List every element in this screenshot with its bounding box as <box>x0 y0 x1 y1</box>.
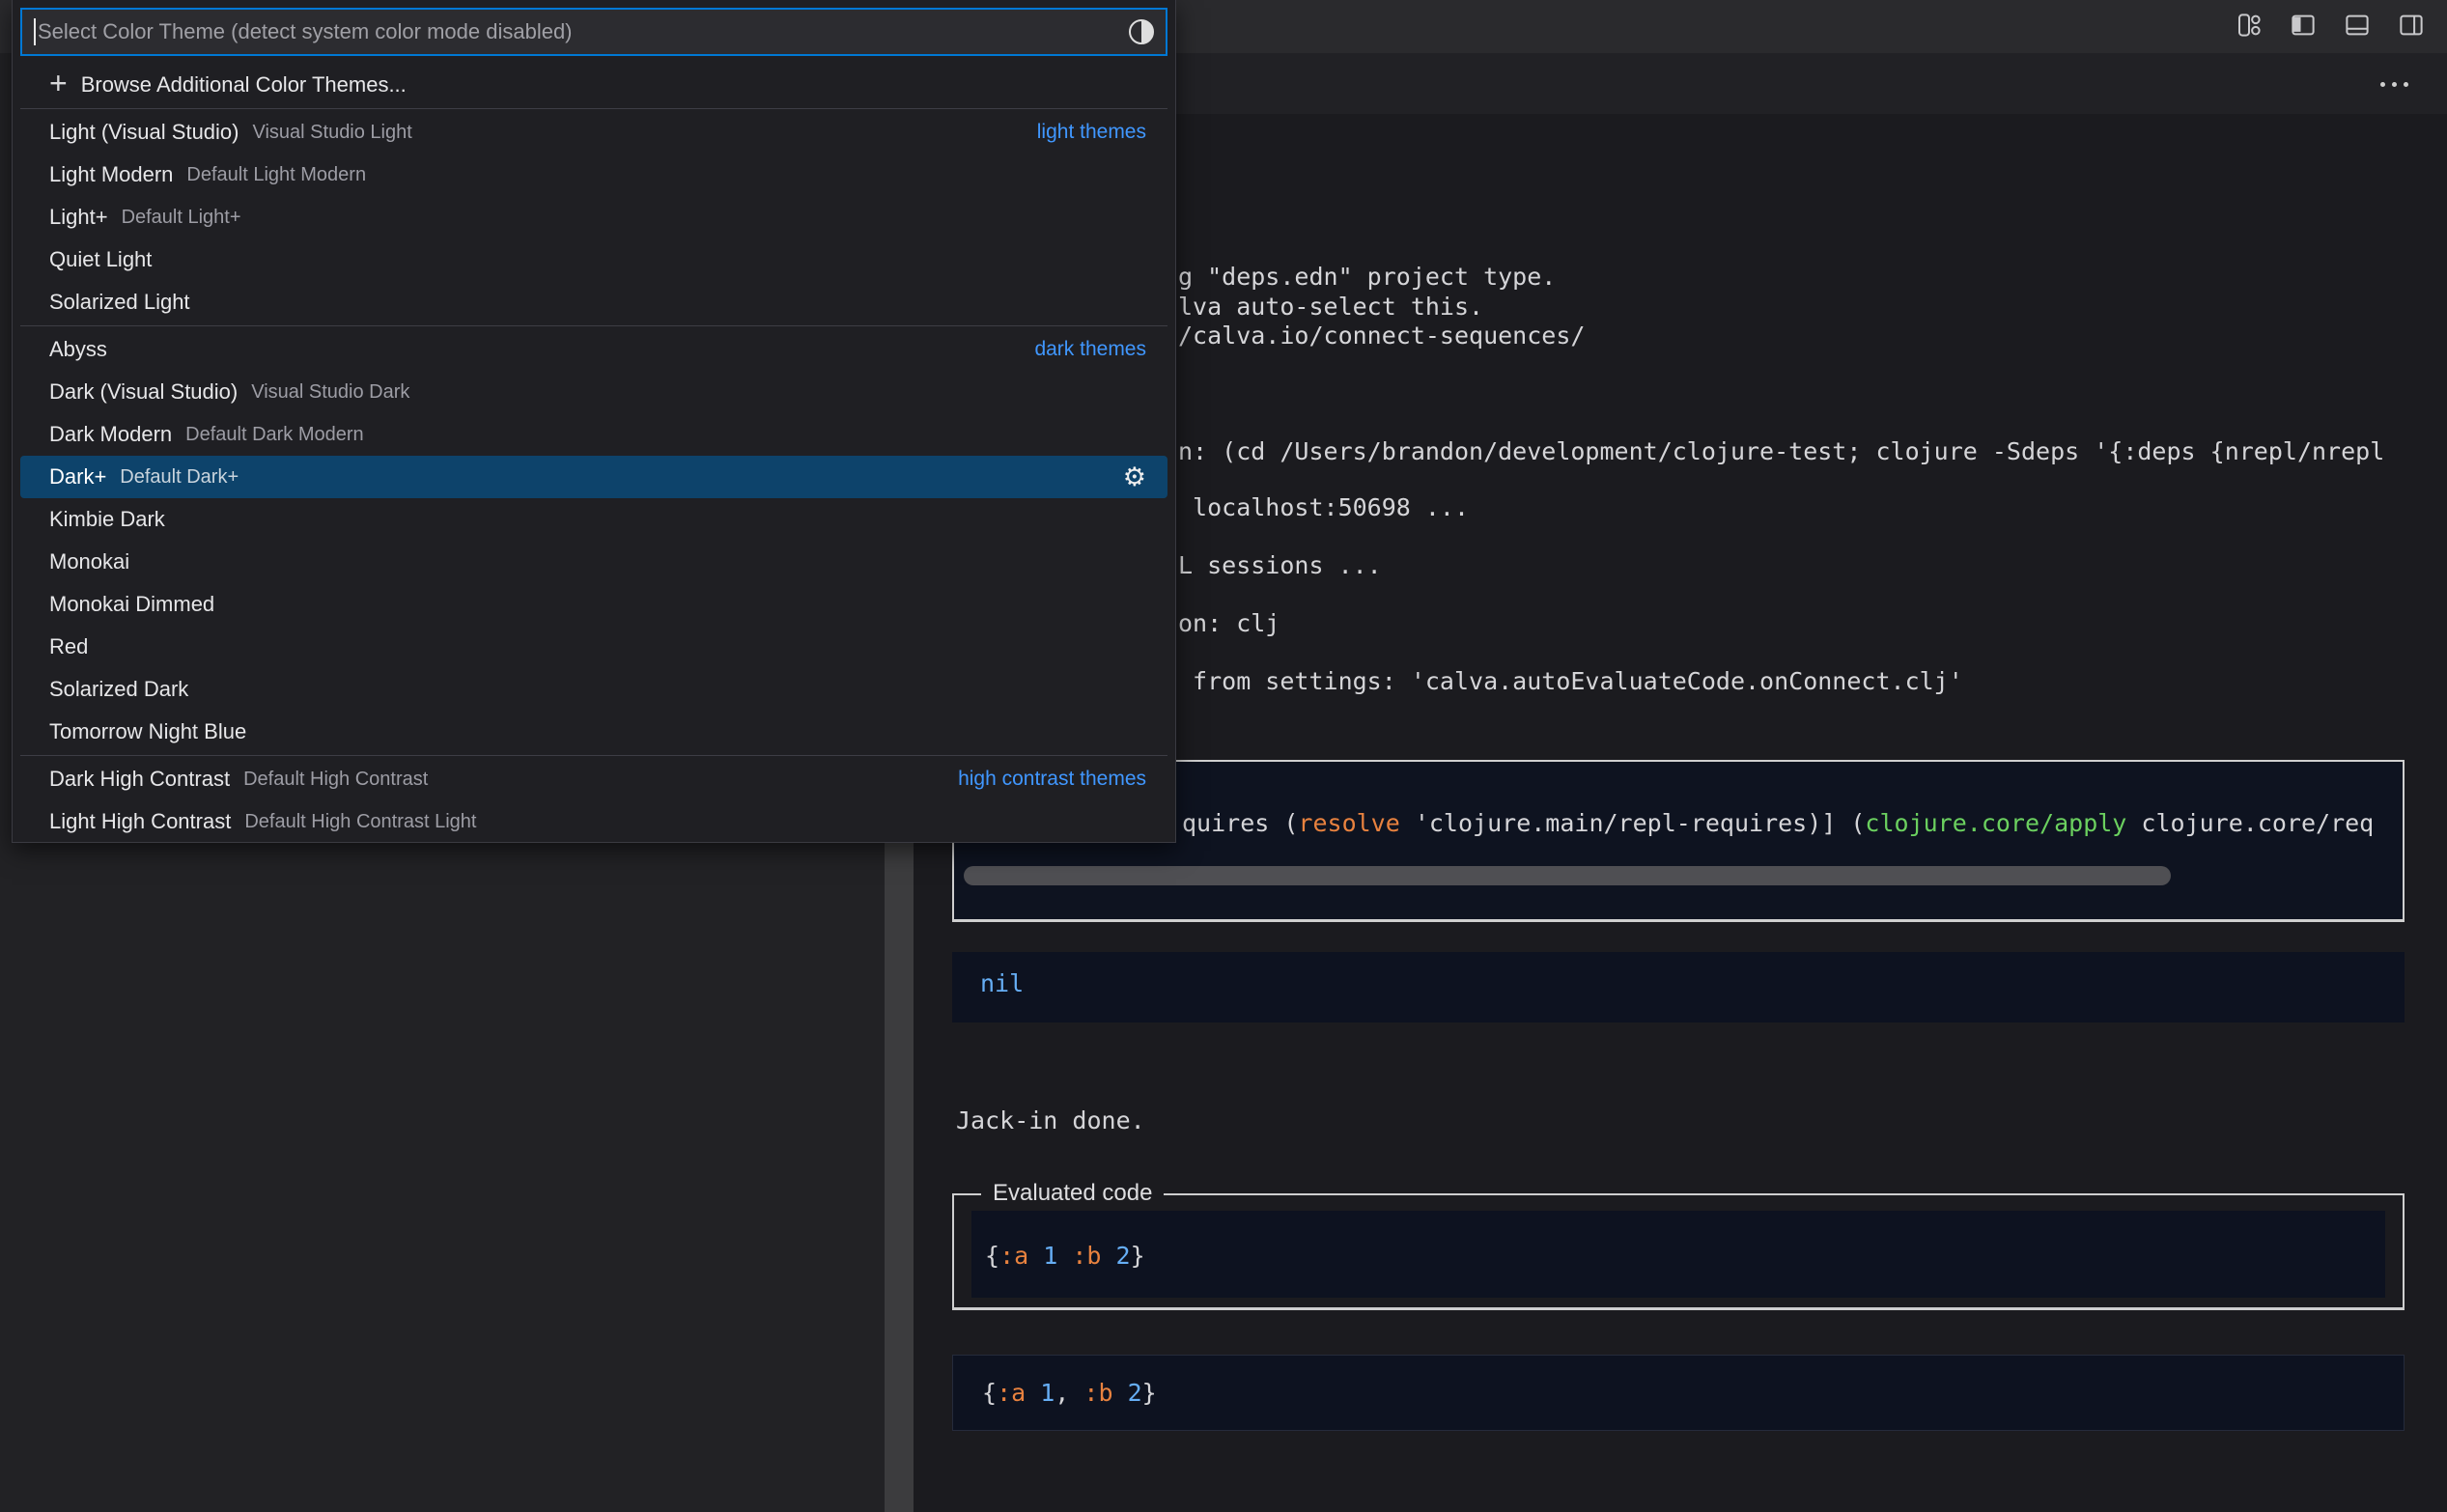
theme-label: Abyss <box>49 337 107 362</box>
theme-label: Dark (Visual Studio) <box>49 379 238 405</box>
quickpick-item-light-high-contrast[interactable]: Light High Contrast Default High Contrast… <box>20 800 1167 843</box>
horizontal-scrollbar[interactable] <box>964 866 2171 885</box>
theme-label: Monokai <box>49 549 129 574</box>
theme-label: Dark+ <box>49 464 106 490</box>
repl-output-line: g "deps.edn" project type. <box>1178 263 1556 291</box>
quickpick-item-dark+[interactable]: Dark+ Default Dark+ ⚙ <box>20 456 1167 498</box>
theme-description: Default Dark Modern <box>185 424 364 446</box>
theme-description: Visual Studio Dark <box>251 381 409 404</box>
quickpick-item-dark-high-contrast[interactable]: Dark High Contrast Default High Contrast h… <box>20 758 1167 800</box>
quickpick-item-tomorrow-night-blue[interactable]: Tomorrow Night Blue <box>20 711 1167 753</box>
theme-label: Monokai Dimmed <box>49 592 214 617</box>
theme-label: Tomorrow Night Blue <box>49 719 246 744</box>
theme-description: Visual Studio Light <box>253 122 412 144</box>
evaluated-code-legend: Evaluated code <box>981 1180 1164 1207</box>
evaluated-expression-code: quires (resolve 'clojure.main/repl-requi… <box>1182 809 2374 837</box>
theme-label: Solarized Light <box>49 290 190 315</box>
theme-description: Default High Contrast <box>243 769 428 791</box>
quickpick-item-kimbie-dark[interactable]: Kimbie Dark <box>20 498 1167 541</box>
quickpick-input[interactable]: Select Color Theme (detect system color … <box>20 8 1167 56</box>
result-text: {:a 1, :b 2} <box>982 1379 1157 1407</box>
quickpick-item-abyss[interactable]: Abyss dark themes <box>20 328 1167 371</box>
theme-label: Quiet Light <box>49 247 152 272</box>
repl-output-line: n: (cd /Users/brandon/development/clojur… <box>1178 437 2384 465</box>
repl-output-line: lva auto-select this. <box>1178 293 1483 321</box>
result-box: {:a 1, :b 2} <box>952 1355 2405 1431</box>
repl-output-line: /calva.io/connect-sequences/ <box>1178 322 1585 350</box>
theme-label: Light Modern <box>49 162 173 187</box>
vscode-window: g "deps.edn" project type. lva auto-sele… <box>0 0 2447 1512</box>
customize-layout-icon[interactable] <box>2235 11 2264 40</box>
layout-controls <box>2235 11 2426 40</box>
quickpick-placeholder: Select Color Theme (detect system color … <box>38 19 573 44</box>
toggle-secondary-sidebar-icon[interactable] <box>2397 11 2426 40</box>
theme-description: Default Dark+ <box>120 466 239 489</box>
theme-description: Default High Contrast Light <box>244 811 476 833</box>
theme-description: Default Light Modern <box>186 164 366 186</box>
toggle-panel-icon[interactable] <box>2343 11 2372 40</box>
repl-output-line: on: clj <box>1178 609 1280 637</box>
more-actions-icon[interactable] <box>2377 78 2412 91</box>
quickpick-item-monokai[interactable]: Monokai <box>20 541 1167 583</box>
quickpick-item-light-modern[interactable]: Light Modern Default Light Modern <box>20 154 1167 196</box>
quickpick-item-dark-modern[interactable]: Dark Modern Default Dark Modern <box>20 413 1167 456</box>
color-theme-quickpick: Select Color Theme (detect system color … <box>12 0 1176 843</box>
theme-label: Light (Visual Studio) <box>49 120 239 145</box>
theme-label: Light High Contrast <box>49 809 231 834</box>
nil-result-text: nil <box>980 969 1024 997</box>
section-label: light themes <box>1037 121 1146 144</box>
toggle-primary-sidebar-icon[interactable] <box>2289 11 2318 40</box>
repl-output-line: localhost:50698 ... <box>1178 493 1469 521</box>
section-label: high contrast themes <box>958 768 1146 791</box>
jack-in-done-line: Jack-in done. <box>956 1106 1145 1134</box>
quickpick-item-solarized-dark[interactable]: Solarized Dark <box>20 668 1167 711</box>
theme-label: Red <box>49 634 88 659</box>
evaluated-code-text: {:a 1 :b 2} <box>985 1242 1145 1270</box>
quickpick-item-light-visual-studio[interactable]: Light (Visual Studio) Visual Studio Light… <box>20 111 1167 154</box>
theme-label: Solarized Dark <box>49 677 188 702</box>
theme-label: Light+ <box>49 205 108 230</box>
repl-output-line: L sessions ... <box>1178 551 1382 579</box>
gear-icon[interactable]: ⚙ <box>1123 464 1146 490</box>
theme-label: Dark High Contrast <box>49 767 230 792</box>
quickpick-separator <box>20 325 1167 326</box>
theme-description: Default Light+ <box>122 207 241 229</box>
evaluated-code-fieldset: Evaluated code {:a 1 :b 2} <box>952 1193 2405 1310</box>
quickpick-item-solarized-light[interactable]: Solarized Light <box>20 281 1167 323</box>
theme-label: Kimbie Dark <box>49 507 165 532</box>
quickpick-item-red[interactable]: Red <box>20 626 1167 668</box>
quickpick-separator <box>20 108 1167 109</box>
theme-label: Dark Modern <box>49 422 172 447</box>
quickpick-input-wrap: Select Color Theme (detect system color … <box>13 0 1175 64</box>
evaluated-code-box: {:a 1 :b 2} <box>971 1211 2385 1298</box>
quickpick-item-light+[interactable]: Light+ Default Light+ <box>20 196 1167 238</box>
half-circle-icon[interactable] <box>1129 19 1154 44</box>
quickpick-list: + Browse Additional Color Themes... Light … <box>13 64 1175 843</box>
quickpick-item-browse-additional-color-themes[interactable]: + Browse Additional Color Themes... <box>20 64 1167 106</box>
quickpick-item-monokai-dimmed[interactable]: Monokai Dimmed <box>20 583 1167 626</box>
section-label: dark themes <box>1034 338 1146 361</box>
repl-output-line: from settings: 'calva.autoEvaluateCode.o… <box>1178 667 1963 695</box>
theme-label: Browse Additional Color Themes... <box>81 72 407 98</box>
nil-result-box: nil <box>952 952 2405 1022</box>
quickpick-item-quiet-light[interactable]: Quiet Light <box>20 238 1167 281</box>
plus-icon: + <box>49 68 68 98</box>
text-cursor <box>34 18 36 45</box>
quickpick-separator <box>20 755 1167 756</box>
quickpick-item-dark-visual-studio[interactable]: Dark (Visual Studio) Visual Studio Dark <box>20 371 1167 413</box>
